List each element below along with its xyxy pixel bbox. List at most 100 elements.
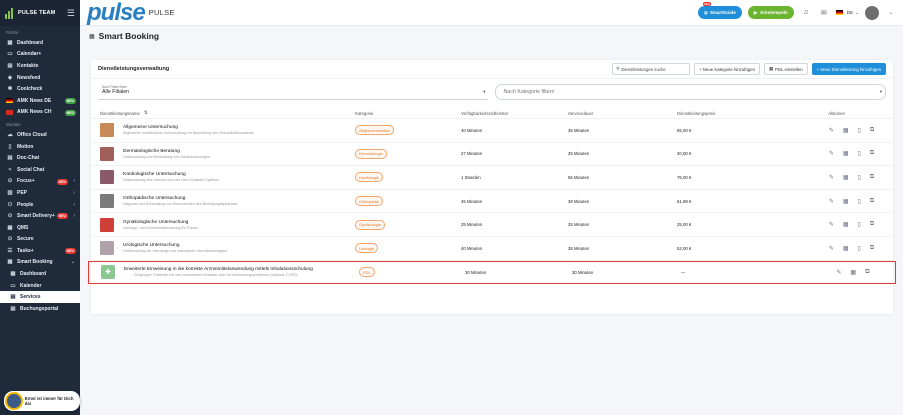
- edit-icon[interactable]: ✎: [829, 127, 834, 134]
- item-coolcheck-icon: ✱: [7, 86, 13, 93]
- delete-icon[interactable]: ▯: [858, 198, 861, 205]
- sidebar-subitem-buchungsportal[interactable]: ▤ Buchungsportal: [0, 303, 80, 315]
- edit-icon[interactable]: ✎: [829, 174, 834, 181]
- smartguide-button[interactable]: Neu ◎ SmartGuide: [697, 2, 742, 19]
- sidebar-item-label: Smart Delivery+: [17, 213, 55, 220]
- table-row[interactable]: Allgemeine Untersuchung Allgemeine medizi…: [91, 119, 893, 143]
- sidebar-item-focus[interactable]: ⊙ Focus+ NEU ›: [0, 176, 80, 188]
- chevron-down-icon: ▾: [879, 89, 882, 94]
- sidebar-item-smart-booking[interactable]: ▦ Smart Booking ⌄: [0, 257, 80, 269]
- edit-icon[interactable]: ✎: [837, 269, 842, 276]
- delete-icon[interactable]: ▯: [858, 150, 861, 157]
- calendar-icon[interactable]: ▦: [851, 269, 857, 276]
- table-row[interactable]: Orthopädische Untersuchung Diagnose und B…: [91, 190, 893, 214]
- bell-icon[interactable]: ♫: [800, 9, 812, 16]
- calendar-icon[interactable]: ▦: [843, 198, 849, 205]
- filters: Nach Filiale filtern Alle Filialen ▾ Nac…: [91, 79, 893, 100]
- sidebar-item-dashboard[interactable]: ▦ Dashboard: [0, 37, 80, 49]
- sidebar-item-motion[interactable]: ▯ Motion: [0, 141, 80, 153]
- chevron-icon: ›: [73, 201, 75, 208]
- medical-bag-icon: ✚: [101, 265, 115, 280]
- table-row[interactable]: Urologische Untersuchung Untersuchung der…: [91, 237, 893, 261]
- sidebar-item-amk-de[interactable]: AMK News DE NEU: [0, 95, 80, 107]
- category-badge: Dermatologie: [355, 148, 387, 159]
- service-name: Orthopädische Untersuchung: [123, 196, 186, 202]
- sidebar-item-label: Calendar+: [17, 51, 42, 58]
- calendar-icon[interactable]: ▦: [843, 127, 849, 134]
- sidebar-item-tasks[interactable]: ☰ Tasks+ NEU: [0, 245, 80, 257]
- service-name: Erweiterte Einweisung in die korrekte Ar…: [124, 267, 313, 273]
- user-avatar[interactable]: [865, 5, 879, 20]
- sort-icon[interactable]: ⇅: [144, 110, 148, 116]
- sidebar-item-qms[interactable]: ▦ QMS: [0, 222, 80, 234]
- delete-icon[interactable]: ▯: [858, 221, 861, 228]
- header-duration: Servicedauer: [568, 110, 594, 116]
- service-window: 40 Minuten: [461, 127, 483, 133]
- open-external-icon[interactable]: ⧉: [870, 127, 874, 134]
- sidebar-item-kontakte[interactable]: ▤ Kontakte: [0, 60, 80, 72]
- open-external-icon[interactable]: ⧉: [870, 198, 874, 205]
- delete-icon[interactable]: ▯: [858, 127, 861, 134]
- einstempeln-button[interactable]: ▶ Einstempeln: [747, 6, 794, 19]
- header-name[interactable]: Dienstleistungsname: [100, 111, 140, 116]
- calendar-icon[interactable]: ▦: [843, 174, 849, 181]
- edit-icon[interactable]: ✎: [829, 198, 834, 205]
- mail-icon[interactable]: ✉: [818, 9, 830, 17]
- sidebar-subitem-services[interactable]: ▤ Services: [0, 291, 80, 304]
- brand-logo[interactable]: pulse: [87, 0, 146, 25]
- sidebar-item-smart-delivery[interactable]: ⊙ Smart Delivery+ NEU ›: [0, 210, 80, 222]
- language-select[interactable]: DE ⌄: [835, 10, 859, 16]
- table-row[interactable]: Gynäkologische Untersuchung Vorsorge- und…: [91, 213, 893, 237]
- sidebar-item-label: Motion: [17, 143, 34, 150]
- category-filter-select[interactable]: Nach Kategorie filtern ▾: [495, 84, 886, 100]
- add-category-button[interactable]: + Neue Kategorie hinzufügen: [694, 63, 760, 75]
- item-pep-icon: ▥: [7, 189, 13, 196]
- menu-icon[interactable]: ☰: [67, 8, 75, 19]
- services-card: Dienstleistungsverwaltung ⚲ Dienstleistu…: [88, 60, 896, 314]
- sidebar-item-amk-ch[interactable]: AMK News CH NEU: [0, 107, 80, 119]
- sidebar-item-calendar[interactable]: ▭ Calendar+: [0, 49, 80, 61]
- delete-icon[interactable]: ▯: [858, 245, 861, 252]
- sidebar-subitem-dashboard[interactable]: ▦ Dashboard: [0, 268, 80, 280]
- chevron-down-icon[interactable]: ⌄: [885, 10, 897, 16]
- sidebar-header: PULSE TEAM ☰: [0, 0, 80, 26]
- add-service-button[interactable]: + Neue Dienstleistung hinzufügen: [811, 63, 886, 75]
- page-header: ▦ Smart Booking: [80, 26, 903, 46]
- calendar-icon[interactable]: ▦: [843, 221, 849, 228]
- item-newsfeed-icon: ◈: [7, 74, 13, 81]
- open-external-icon[interactable]: ⧉: [870, 150, 874, 157]
- open-external-icon[interactable]: ⧉: [870, 221, 874, 228]
- search-input[interactable]: ⚲ Dienstleistungen suche: [612, 63, 691, 75]
- flag-de-icon: [6, 98, 13, 104]
- branch-filter-select[interactable]: Nach Filiale filtern Alle Filialen ▾: [98, 84, 489, 100]
- edit-icon[interactable]: ✎: [829, 221, 834, 228]
- sidebar-item-office-cloud[interactable]: ☁ Office Cloud: [0, 129, 80, 141]
- sidebar-item-social-chat[interactable]: < Social Chat: [0, 164, 80, 176]
- open-external-icon[interactable]: ⧉: [870, 245, 874, 252]
- sidebar-item-secure[interactable]: ⊙ Secure: [0, 234, 80, 246]
- delete-icon[interactable]: ▯: [858, 174, 861, 181]
- sidebar-item-coolcheck[interactable]: ✱ Coolcheck: [0, 83, 80, 95]
- table-row[interactable]: Dermatologische Beratung Untersuchung und…: [91, 143, 893, 167]
- calendar-icon[interactable]: ▦: [843, 150, 849, 157]
- table-row-highlighted[interactable]: ✚ Erweiterte Einweisung in die korrekte …: [88, 260, 896, 284]
- item-people-icon: ⚇: [7, 201, 13, 208]
- new-badge: NEU: [64, 97, 76, 104]
- service-thumbnail: [100, 241, 114, 256]
- open-external-icon[interactable]: ⧉: [870, 174, 874, 181]
- open-external-icon[interactable]: ⧉: [865, 269, 869, 276]
- sidebar-item-people[interactable]: ⚇ People ›: [0, 199, 80, 211]
- service-price: 20,00 €: [677, 151, 692, 157]
- sidebar-item-pep[interactable]: ▥ PEP ›: [0, 187, 80, 199]
- calendar-icon[interactable]: ▦: [843, 245, 849, 252]
- table-header: Dienstleistungsname ⇅ Kategorie Verfügbar…: [91, 108, 893, 119]
- edit-icon[interactable]: ✎: [829, 150, 834, 157]
- sidebar-item-label: Social Chat: [17, 166, 45, 173]
- sidebar-subitem-kalender[interactable]: ▭ Kalender: [0, 280, 80, 292]
- table-row[interactable]: Kardiologische Untersuchung Untersuchung …: [91, 166, 893, 190]
- sidebar-item-newsfeed[interactable]: ◈ Newsfeed: [0, 72, 80, 84]
- pdl-settings-button[interactable]: ▦ PDL einstellen: [763, 63, 808, 75]
- sidebar-item-doc-chat[interactable]: ▤ Doc-Chat: [0, 152, 80, 164]
- assistant-toast[interactable]: Ernst ist immer für Dich da!: [4, 391, 80, 411]
- edit-icon[interactable]: ✎: [829, 245, 834, 252]
